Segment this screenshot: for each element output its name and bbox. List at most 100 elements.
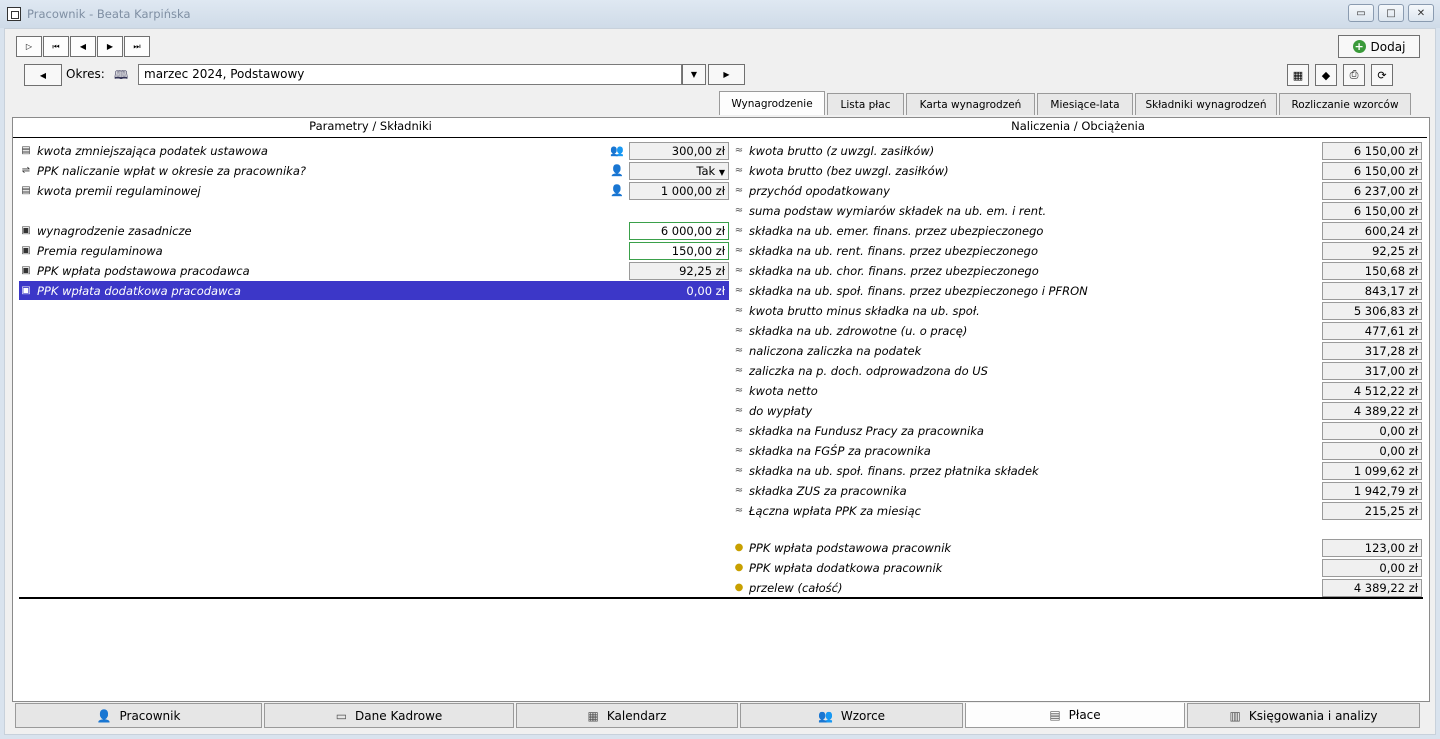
next-period-button[interactable]: ▶ [708,64,745,85]
charge-row[interactable]: ≈ do wypłaty 4 389,22 zł [732,401,1422,420]
formula-icon: ≈ [734,505,744,516]
bottom-tab-dane-kadrowe[interactable]: ▭ Dane Kadrowe [264,703,514,728]
component-value[interactable]: 0,00 zł [629,281,729,300]
transfer-row[interactable]: ● PPK wpłata dodatkowa pracownik 0,00 zł [732,558,1422,577]
charge-label: składka na ub. społ. finans. przez ubezp… [749,283,1088,298]
calculator-icon[interactable]: ▦ [1287,64,1309,86]
header-divider [13,137,1427,138]
component-label: PPK wpłata dodatkowa pracodawca [37,283,241,298]
charge-value: 843,17 zł [1322,281,1422,300]
charge-row[interactable]: ≈ składka na ub. społ. finans. przez płat… [732,461,1422,480]
formula-icon: ≈ [734,485,744,496]
tab-miesiace-lata[interactable]: Miesiące-lata [1037,93,1133,115]
charge-value: 317,00 zł [1322,361,1422,380]
transfer-row[interactable]: ● PPK wpłata podstawowa pracownik 123,00 z… [732,538,1422,557]
next-record-button[interactable]: ▶ [97,36,123,57]
previous-period-button[interactable]: ◀ [24,64,62,86]
parameters-header: Parametry / Składniki [309,119,432,133]
title-bar: Pracownik - Beata Karpińska ▭ □ ✕ [0,0,1440,28]
component-value[interactable]: 92,25 zł [629,261,729,280]
charge-value: 0,00 zł [1322,421,1422,440]
tab-karta-wynagrodzen[interactable]: Karta wynagrodzeń [906,93,1035,115]
coin-icon: ● [734,582,744,593]
toolbar: ▦ ◆ ⎙ ⟳ [1287,64,1393,86]
charge-row[interactable]: ≈ zaliczka na p. doch. odprowadzona do US… [732,361,1422,380]
param-value[interactable]: 1 000,00 zł [629,181,729,200]
component-row[interactable]: ▣ Premia regulaminowa 150,00 zł [19,241,729,260]
print-icon[interactable]: ⎙ [1343,64,1365,86]
charge-row[interactable]: ≈ składka na ub. rent. finans. przez ubez… [732,241,1422,260]
charge-row[interactable]: ≈ składka na Fundusz Pracy za pracownika 0… [732,421,1422,440]
first-record-button[interactable]: ⏮ [43,36,69,57]
bottom-tab-kalendarz[interactable]: ▦ Kalendarz [516,703,738,728]
param-row[interactable]: ▤ kwota premii regulaminowej 👤 1 000,00 … [19,181,729,200]
charge-row[interactable]: ≈ składka na FGŚP za pracownika 0,00 zł [732,441,1422,460]
maximize-button[interactable]: □ [1378,4,1404,22]
window-controls: ▭ □ ✕ [1348,4,1434,22]
formula-icon: ≈ [734,165,744,176]
param-value[interactable]: 300,00 zł [629,141,729,160]
component-row[interactable]: ▣ wynagrodzenie zasadnicze 6 000,00 zł [19,221,729,240]
bottom-tab-wzorce[interactable]: 👥 Wzorce [740,703,963,728]
param-select[interactable]: Tak ▼ [629,161,729,180]
formula-icon: ≈ [734,185,744,196]
transfer-row[interactable]: ● przelew (całość) 4 389,22 zł [732,578,1422,597]
bottom-tab-place[interactable]: ▤ Płace [965,703,1185,728]
charge-row[interactable]: ≈ składka na ub. zdrowotne (u. o pracę) 47… [732,321,1422,340]
param-label: PPK naliczanie wpłat w okresie za pracow… [37,163,306,178]
param-row[interactable]: ⇌ PPK naliczanie wpłat w okresie za prac… [19,161,729,180]
refresh-icon[interactable]: ⟳ [1371,64,1393,86]
formula-icon: ≈ [734,405,744,416]
period-label: Okres: [66,67,105,81]
last-record-button[interactable]: ⏭ [124,36,150,57]
charge-row[interactable]: ≈ przychód opodatkowany 6 237,00 zł [732,181,1422,200]
add-button[interactable]: + Dodaj [1338,35,1420,58]
component-value[interactable]: 6 000,00 zł [629,221,729,240]
component-value[interactable]: 150,00 zł [629,241,729,260]
formula-icon: ≈ [734,245,744,256]
bottom-tab-ksiegowania[interactable]: ▥ Księgowania i analizy [1187,703,1420,728]
tab-skladniki-wynagrodzen[interactable]: Składniki wynagrodzeń [1135,93,1277,115]
charge-row[interactable]: ≈ składka na ub. emer. finans. przez ubez… [732,221,1422,240]
tab-wynagrodzenie[interactable]: Wynagrodzenie [719,91,825,115]
charge-row[interactable]: ≈ kwota brutto minus składka na ub. społ.… [732,301,1422,320]
bottom-tab-pracownik[interactable]: 👤 Pracownik [15,703,262,728]
component-row-selected[interactable]: ▣ PPK wpłata dodatkowa pracodawca 0,00 z… [19,281,729,300]
formula-icon: ≈ [734,325,744,336]
tab-rozliczanie-wzorcow[interactable]: Rozliczanie wzorców [1279,93,1411,115]
charge-row[interactable]: ≈ Łączna wpłata PPK za miesiąc 215,25 zł [732,501,1422,520]
formula-icon: ≈ [734,345,744,356]
add-button-label: Dodaj [1370,39,1406,54]
charge-row[interactable]: ≈ suma podstaw wymiarów składek na ub. em… [732,201,1422,220]
component-row[interactable]: ▣ PPK wpłata podstawowa pracodawca 92,25… [19,261,729,280]
close-button[interactable]: ✕ [1408,4,1434,22]
period-select[interactable]: marzec 2024, Podstawowy [138,64,682,85]
charge-value: 150,68 zł [1322,261,1422,280]
tab-lista-plac[interactable]: Lista płac [827,93,904,115]
charge-row[interactable]: ≈ składka na ub. chor. finans. przez ubez… [732,261,1422,280]
period-dropdown-button[interactable]: ▼ [682,64,706,85]
previous-record-button[interactable]: ◀ [70,36,96,57]
bottom-tab-strip: 👤 Pracownik ▭ Dane Kadrowe ▦ Kalendarz 👥 Wzo… [15,703,1422,728]
formula-icon: ≈ [734,265,744,276]
charge-row[interactable]: ≈ kwota netto 4 512,22 zł [732,381,1422,400]
charge-row[interactable]: ≈ składka na ub. społ. finans. przez ubez… [732,281,1422,300]
formula-icon: ≈ [734,465,744,476]
charge-value: 477,61 zł [1322,321,1422,340]
component-icon: ▣ [21,285,31,296]
charge-label: składka na ub. zdrowotne (u. o pracę) [749,323,968,338]
charge-row[interactable]: ≈ kwota brutto (bez uwzgl. zasiłków) 6 150… [732,161,1422,180]
minimize-button[interactable]: ▭ [1348,4,1374,22]
coin-icon: ● [734,542,744,553]
new-record-button[interactable]: ▷ [16,36,42,57]
calculator-icon: ▤ [1049,708,1061,722]
charge-row[interactable]: ≈ kwota brutto (z uwzgl. zasiłków) 6 150,0… [732,141,1422,160]
charge-label: składka na ub. rent. finans. przez ubezp… [749,243,1039,258]
charge-row[interactable]: ≈ składka ZUS za pracownika 1 942,79 zł [732,481,1422,500]
param-row[interactable]: ▤ kwota zmniejszająca podatek ustawowa 👥… [19,141,729,160]
transfer-label: PPK wpłata podstawowa pracownik [749,540,952,555]
charge-row[interactable]: ≈ naliczona zaliczka na podatek 317,28 zł [732,341,1422,360]
eraser-icon[interactable]: ◆ [1315,64,1337,86]
ledger-icon: ▥ [1229,708,1241,723]
book-icon[interactable]: 🕮 [114,66,128,87]
